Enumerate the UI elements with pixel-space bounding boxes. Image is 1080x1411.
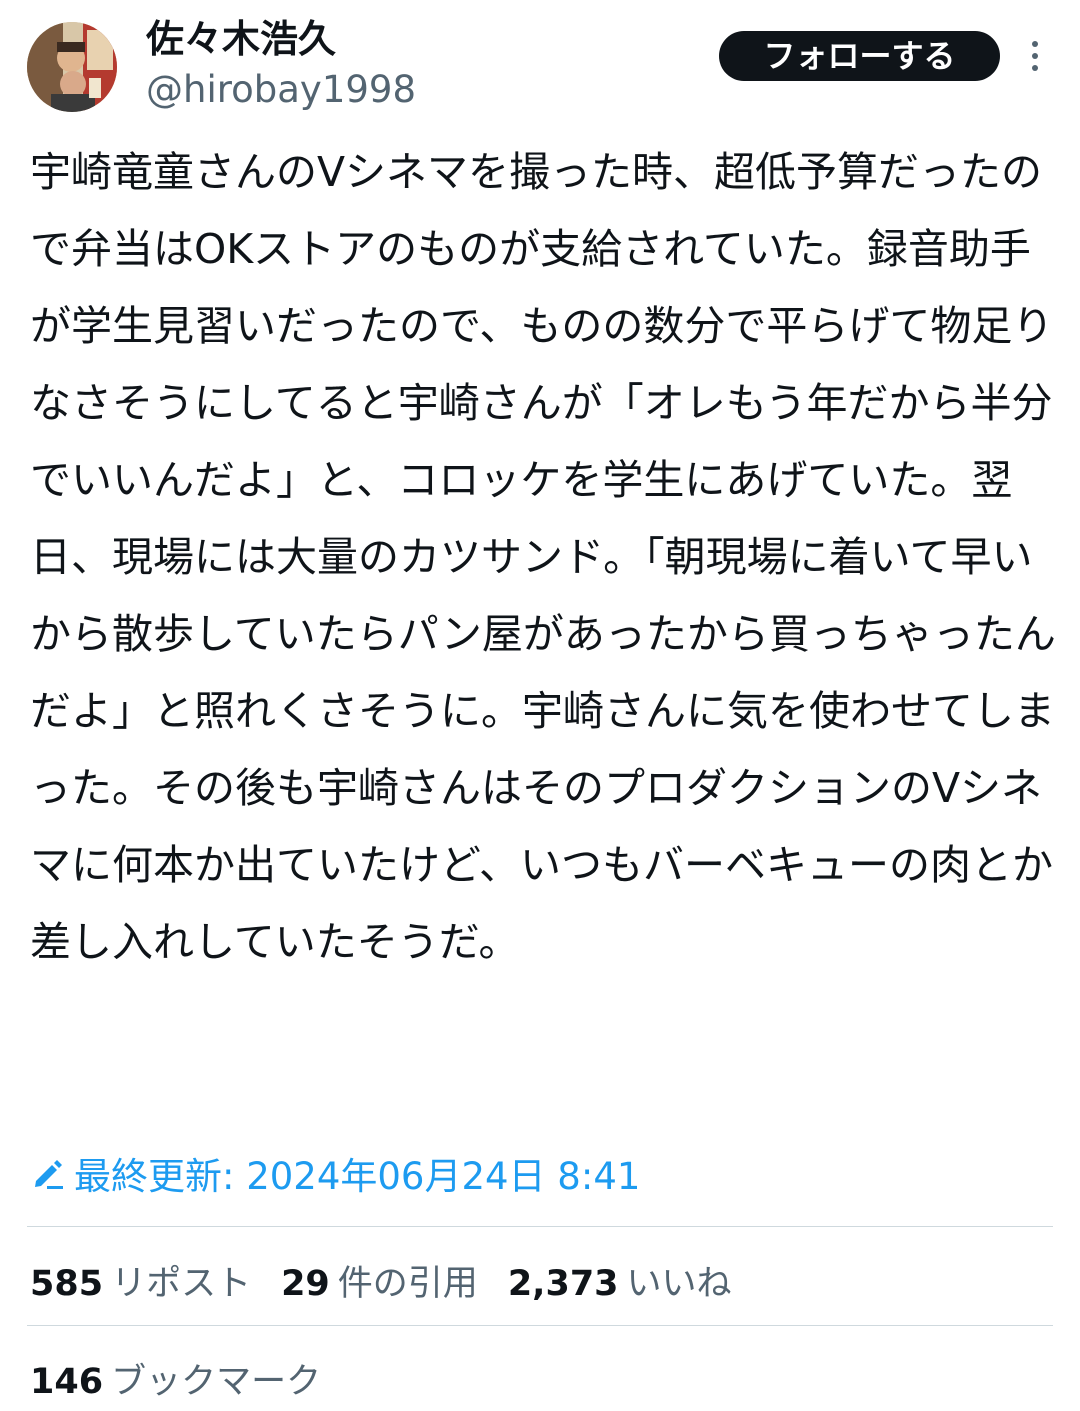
engagement-stats: 585 リポスト 29 件の引用 2,373 いいね (30, 1252, 762, 1308)
avatar-image (27, 22, 117, 112)
bookmarks-count: 146 (30, 1361, 104, 1402)
reposts-count: 585 (30, 1263, 104, 1304)
divider (27, 1325, 1053, 1326)
last-edited-link[interactable]: 最終更新: 2024年06月24日 8:41 (30, 1146, 640, 1200)
likes-stat[interactable]: 2,373 いいね (508, 1255, 732, 1306)
bookmarks-label: ブックマーク (111, 1361, 322, 1402)
tweet-text: 宇崎竜童さんのVシネマを撮った時、超低予算だったので弁当はOKストアのものが支給… (30, 148, 1056, 966)
follow-button[interactable]: フォローする (719, 31, 1000, 81)
quotes-stat[interactable]: 29 件の引用 (281, 1255, 478, 1306)
bookmark-stats: 146 ブックマーク (30, 1350, 351, 1406)
quotes-label: 件の引用 (337, 1263, 478, 1304)
user-handle[interactable]: @hirobay1998 (146, 66, 416, 114)
avatar[interactable] (27, 22, 117, 112)
reposts-stat[interactable]: 585 リポスト (30, 1255, 251, 1306)
divider (27, 1226, 1053, 1227)
reposts-label: リポスト (111, 1263, 252, 1304)
more-vertical-icon[interactable] (1024, 38, 1046, 74)
tweet-header: 佐々木浩久 @hirobay1998 フォローする (0, 0, 1080, 120)
quotes-count: 29 (281, 1263, 330, 1304)
likes-label: いいね (626, 1263, 732, 1304)
last-edited-text: 最終更新: 2024年06月24日 8:41 (74, 1155, 641, 1198)
likes-count: 2,373 (507, 1263, 619, 1304)
display-name[interactable]: 佐々木浩久 (146, 14, 336, 64)
pencil-icon (35, 1160, 63, 1189)
bookmarks-stat[interactable]: 146 ブックマーク (30, 1353, 321, 1404)
